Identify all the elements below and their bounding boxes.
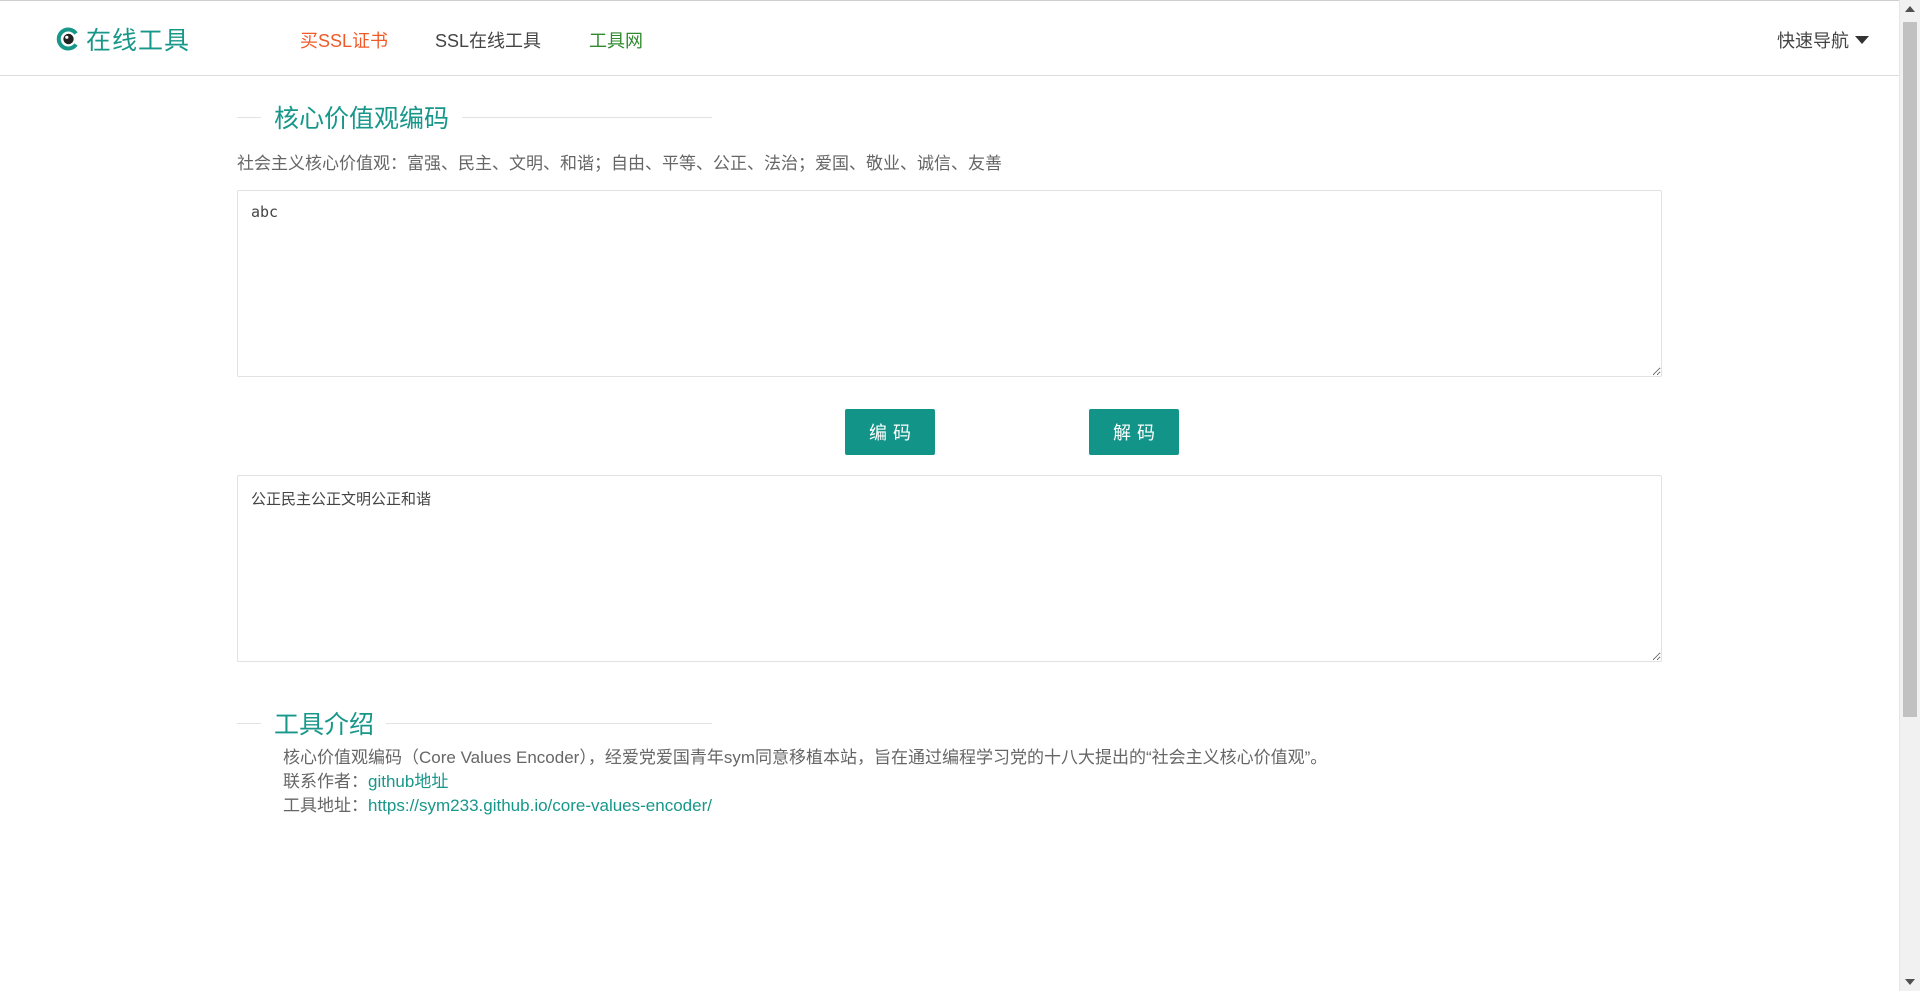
page-title: 核心价值观编码	[274, 99, 462, 135]
author-row: 联系作者：github地址	[283, 770, 1327, 794]
caret-down-icon	[1855, 36, 1869, 44]
page: 在线工具 买SSL证书 SSL在线工具 工具网 快速导航 核心价值观编码 社会主…	[0, 0, 1899, 991]
intro-title: 工具介绍	[274, 705, 387, 741]
divider	[237, 117, 261, 118]
nav-link-tool-site[interactable]: 工具网	[589, 27, 643, 53]
values-subtitle: 社会主义核心价值观：富强、民主、文明、和谐；自由、平等、公正、法治；爱国、敬业、…	[237, 154, 1002, 173]
quick-nav-label: 快速导航	[1777, 31, 1849, 51]
tool-url-link[interactable]: https://sym233.github.io/core-values-enc…	[368, 796, 712, 815]
encode-button[interactable]: 编码	[845, 409, 935, 455]
input-textarea[interactable]	[237, 190, 1662, 377]
divider	[385, 723, 712, 724]
scroll-down-icon[interactable]	[1905, 979, 1915, 985]
logo-text: 在线工具	[86, 27, 191, 55]
output-textarea[interactable]	[237, 475, 1662, 662]
site-logo[interactable]: 在线工具	[56, 23, 190, 55]
scroll-up-icon[interactable]	[1905, 6, 1915, 12]
tool-url-label: 工具地址：	[283, 796, 368, 815]
decode-button[interactable]: 解码	[1089, 409, 1179, 455]
divider	[237, 723, 261, 724]
nav-link-buy-ssl[interactable]: 买SSL证书	[300, 27, 388, 53]
scrollbar-thumb[interactable]	[1903, 22, 1917, 717]
intro-content: 核心价值观编码（Core Values Encoder），经爱党爱国青年sym同…	[283, 746, 1327, 818]
divider	[462, 117, 712, 118]
quick-nav-dropdown[interactable]: 快速导航	[1777, 27, 1869, 53]
tool-url-row: 工具地址：https://sym233.github.io/core-value…	[283, 794, 1327, 818]
author-github-link[interactable]: github地址	[368, 772, 448, 791]
top-navbar: 在线工具 买SSL证书 SSL在线工具 工具网 快速导航	[0, 0, 1899, 76]
logo-eye-icon	[56, 27, 78, 51]
nav-link-ssl-tools[interactable]: SSL在线工具	[435, 27, 541, 53]
intro-description: 核心价值观编码（Core Values Encoder），经爱党爱国青年sym同…	[283, 748, 1328, 767]
intro-heading: 工具介绍	[237, 705, 712, 741]
encoder-heading: 核心价值观编码	[237, 99, 712, 135]
author-label: 联系作者：	[283, 772, 368, 791]
vertical-scrollbar[interactable]	[1899, 0, 1920, 991]
